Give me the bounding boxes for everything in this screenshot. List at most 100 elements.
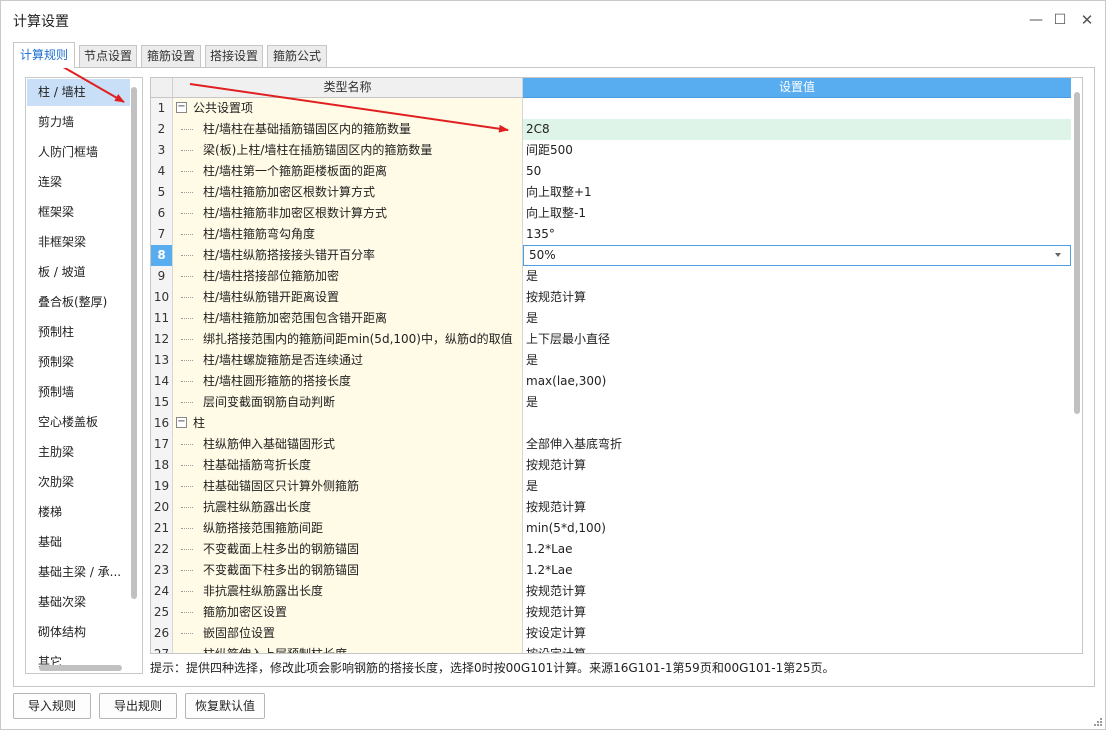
minimize-icon[interactable]: — xyxy=(1025,9,1047,31)
table-row[interactable]: 7 柱/墙柱箍筋弯勾角度 135° xyxy=(151,224,1071,245)
table-row[interactable]: 27 柱纵筋伸入上层预制柱长度 按设定计算 xyxy=(151,644,1071,653)
tab-stirrup-formula[interactable]: 箍筋公式 xyxy=(267,45,327,67)
table-row[interactable]: 9 柱/墙柱搭接部位箍筋加密 是 xyxy=(151,266,1071,287)
list-item[interactable]: 预制柱 xyxy=(27,319,130,346)
table-row[interactable]: 24 非抗震柱纵筋露出长度 按规范计算 xyxy=(151,581,1071,602)
setting-value[interactable] xyxy=(523,98,1071,119)
setting-value[interactable]: 是 xyxy=(523,392,1071,413)
table-row[interactable]: 16 − 柱 xyxy=(151,413,1071,434)
setting-value[interactable]: 按规范计算 xyxy=(523,581,1071,602)
setting-value[interactable]: 按规范计算 xyxy=(523,287,1071,308)
table-row[interactable]: 3 梁(板)上柱/墙柱在插筋锚固区内的箍筋数量 间距500 xyxy=(151,140,1071,161)
setting-name: 绑扎搭接范围内的箍筋间距min(5d,100)中，纵筋d的取值 xyxy=(203,332,513,346)
table-row[interactable]: 1 − 公共设置项 xyxy=(151,98,1071,119)
setting-name: 梁(板)上柱/墙柱在插筋锚固区内的箍筋数量 xyxy=(203,143,433,157)
list-horizontal-scrollbar[interactable] xyxy=(39,665,122,671)
setting-value[interactable]: max(lae,300) xyxy=(523,371,1071,392)
collapse-icon[interactable]: − xyxy=(176,417,187,428)
list-item[interactable]: 空心楼盖板 xyxy=(27,409,130,436)
table-row[interactable]: 19 柱基础锚固区只计算外侧箍筋 是 xyxy=(151,476,1071,497)
grid-vertical-scrollbar[interactable] xyxy=(1074,92,1080,414)
chevron-down-icon[interactable] xyxy=(1055,253,1061,257)
setting-value[interactable]: 是 xyxy=(523,266,1071,287)
setting-value[interactable]: 135° xyxy=(523,224,1071,245)
row-number: 4 xyxy=(151,161,173,182)
setting-value[interactable]: 按设定计算 xyxy=(523,623,1071,644)
setting-value[interactable]: 上下层最小直径 xyxy=(523,329,1071,350)
setting-name: 柱/墙柱纵筋错开距离设置 xyxy=(203,290,340,304)
list-item[interactable]: 楼梯 xyxy=(27,499,130,526)
table-row[interactable]: 5 柱/墙柱箍筋加密区根数计算方式 向上取整+1 xyxy=(151,182,1071,203)
table-row[interactable]: 25 箍筋加密区设置 按规范计算 xyxy=(151,602,1071,623)
list-item[interactable]: 基础主梁 / 承... xyxy=(27,559,130,586)
tab-calc-rules[interactable]: 计算规则 xyxy=(13,42,75,68)
table-row[interactable]: 20 抗震柱纵筋露出长度 按规范计算 xyxy=(151,497,1071,518)
list-item[interactable]: 剪力墙 xyxy=(27,109,130,136)
setting-value[interactable]: 是 xyxy=(523,476,1071,497)
table-row[interactable]: 15 层间变截面钢筋自动判断 是 xyxy=(151,392,1071,413)
list-item[interactable]: 预制墙 xyxy=(27,379,130,406)
list-vertical-scrollbar[interactable] xyxy=(131,87,137,599)
list-item[interactable]: 人防门框墙 xyxy=(27,139,130,166)
setting-value[interactable]: 1.2*Lae xyxy=(523,539,1071,560)
setting-value[interactable]: 向上取整+1 xyxy=(523,182,1071,203)
table-row[interactable]: 13 柱/墙柱螺旋箍筋是否连续通过 是 xyxy=(151,350,1071,371)
import-rules-button[interactable]: 导入规则 xyxy=(13,693,91,719)
list-item[interactable]: 柱 / 墙柱 xyxy=(27,79,130,106)
list-item[interactable]: 框架梁 xyxy=(27,199,130,226)
close-icon[interactable]: ✕ xyxy=(1076,9,1098,31)
table-row[interactable]: 6 柱/墙柱箍筋非加密区根数计算方式 向上取整-1 xyxy=(151,203,1071,224)
row-number: 12 xyxy=(151,329,173,350)
export-rules-button[interactable]: 导出规则 xyxy=(99,693,177,719)
table-row[interactable]: 23 不变截面下柱多出的钢筋锚固 1.2*Lae xyxy=(151,560,1071,581)
table-row[interactable]: 22 不变截面上柱多出的钢筋锚固 1.2*Lae xyxy=(151,539,1071,560)
setting-value[interactable]: 向上取整-1 xyxy=(523,203,1071,224)
setting-value[interactable]: 全部伸入基底弯折 xyxy=(523,434,1071,455)
setting-value[interactable]: 按规范计算 xyxy=(523,497,1071,518)
setting-value[interactable]: 是 xyxy=(523,308,1071,329)
setting-value[interactable]: 2C8 xyxy=(523,119,1071,140)
tab-node-settings[interactable]: 节点设置 xyxy=(79,45,137,67)
list-item[interactable]: 基础次梁 xyxy=(27,589,130,616)
maximize-icon[interactable]: ☐ xyxy=(1049,9,1071,31)
setting-value-dropdown[interactable]: 50% xyxy=(523,245,1071,266)
collapse-icon[interactable]: − xyxy=(176,102,187,113)
list-item[interactable]: 预制梁 xyxy=(27,349,130,376)
setting-value[interactable]: 1.2*Lae xyxy=(523,560,1071,581)
setting-value[interactable]: 按规范计算 xyxy=(523,602,1071,623)
table-row[interactable]: 11 柱/墙柱箍筋加密范围包含错开距离 是 xyxy=(151,308,1071,329)
tab-lap-settings[interactable]: 搭接设置 xyxy=(205,45,263,67)
table-row[interactable]: 18 柱基础插筋弯折长度 按规范计算 xyxy=(151,455,1071,476)
setting-value[interactable]: 间距500 xyxy=(523,140,1071,161)
table-row[interactable]: 10 柱/墙柱纵筋错开距离设置 按规范计算 xyxy=(151,287,1071,308)
setting-value[interactable]: min(5*d,100) xyxy=(523,518,1071,539)
list-item[interactable]: 砌体结构 xyxy=(27,619,130,646)
setting-value[interactable]: 50 xyxy=(523,161,1071,182)
table-row[interactable]: 17 柱纵筋伸入基础锚固形式 全部伸入基底弯折 xyxy=(151,434,1071,455)
tab-stirrup-settings[interactable]: 箍筋设置 xyxy=(141,45,201,67)
list-item[interactable]: 板 / 坡道 xyxy=(27,259,130,286)
table-row[interactable]: 21 纵筋搭接范围箍筋间距 min(5*d,100) xyxy=(151,518,1071,539)
table-row[interactable]: 2 柱/墙柱在基础插筋锚固区内的箍筋数量 2C8 xyxy=(151,119,1071,140)
restore-defaults-button[interactable]: 恢复默认值 xyxy=(185,693,265,719)
setting-name: 嵌固部位设置 xyxy=(203,626,276,640)
setting-value[interactable] xyxy=(523,413,1071,434)
setting-name-cell: 柱/墙柱箍筋加密区根数计算方式 xyxy=(173,182,523,203)
table-row[interactable]: 12 绑扎搭接范围内的箍筋间距min(5d,100)中，纵筋d的取值 上下层最小… xyxy=(151,329,1071,350)
setting-value[interactable]: 按设定计算 xyxy=(523,644,1071,653)
table-row[interactable]: 26 嵌固部位设置 按设定计算 xyxy=(151,623,1071,644)
list-item[interactable]: 次肋梁 xyxy=(27,469,130,496)
table-row[interactable]: 14 柱/墙柱圆形箍筋的搭接长度 max(lae,300) xyxy=(151,371,1071,392)
setting-value[interactable]: 按规范计算 xyxy=(523,455,1071,476)
list-item[interactable]: 非框架梁 xyxy=(27,229,130,256)
list-item[interactable]: 叠合板(整厚) xyxy=(27,289,130,316)
list-item[interactable]: 连梁 xyxy=(27,169,130,196)
setting-name-cell: 不变截面上柱多出的钢筋锚固 xyxy=(173,539,523,560)
table-row[interactable]: 8 柱/墙柱纵筋搭接接头错开百分率 50% xyxy=(151,245,1071,266)
setting-value[interactable]: 是 xyxy=(523,350,1071,371)
resize-grip-icon[interactable] xyxy=(1091,715,1103,727)
list-item[interactable]: 基础 xyxy=(27,529,130,556)
row-number: 3 xyxy=(151,140,173,161)
list-item[interactable]: 主肋梁 xyxy=(27,439,130,466)
table-row[interactable]: 4 柱/墙柱第一个箍筋距楼板面的距离 50 xyxy=(151,161,1071,182)
